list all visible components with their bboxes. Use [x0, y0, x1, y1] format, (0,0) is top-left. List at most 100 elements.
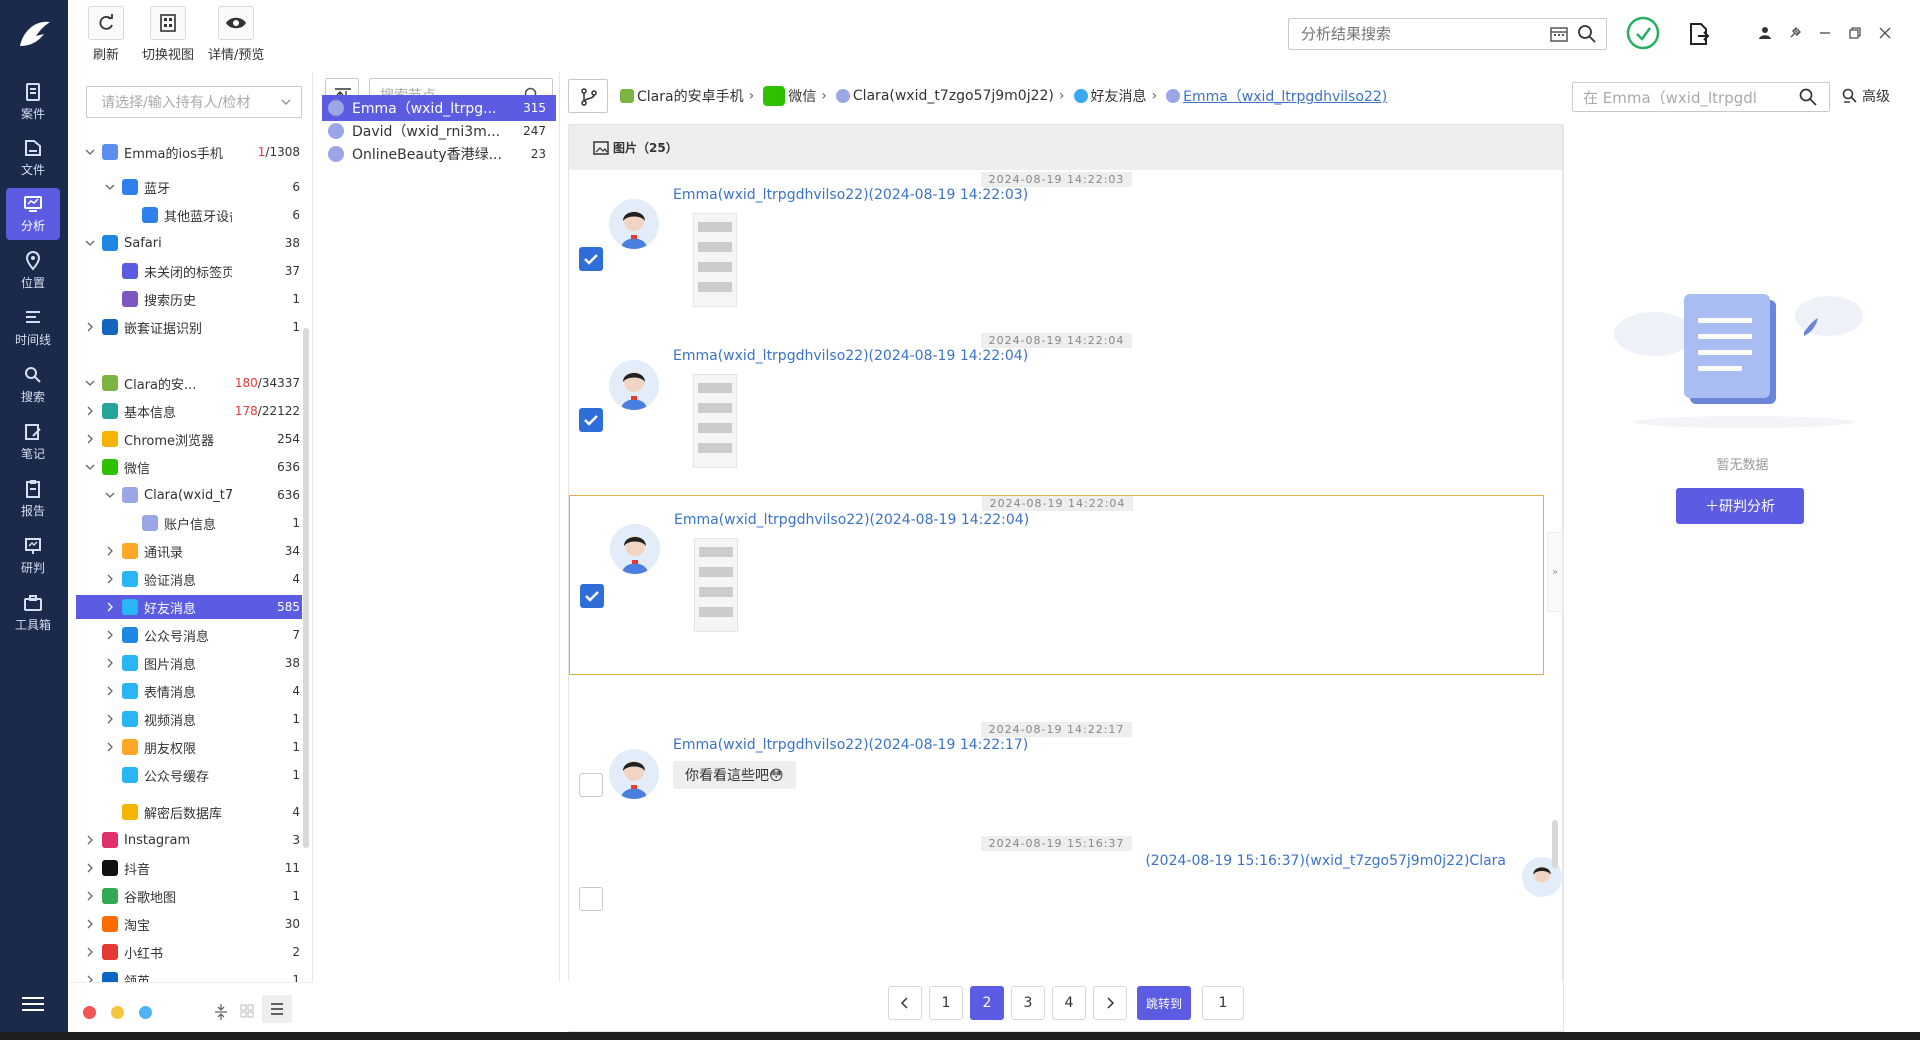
- nav-toolbox[interactable]: 工具箱: [6, 587, 60, 639]
- chevron-right-icon[interactable]: [84, 834, 96, 846]
- message-checkbox[interactable]: [579, 408, 603, 432]
- export-icon[interactable]: [1688, 22, 1710, 46]
- chevron-right-icon[interactable]: [104, 545, 116, 557]
- chevron-right-icon[interactable]: [84, 433, 96, 445]
- tree-node[interactable]: Clara的安... 180/34337: [76, 371, 302, 395]
- collapse-panel-button[interactable]: »: [1547, 532, 1563, 612]
- tree-node[interactable]: 表情消息 4: [76, 679, 302, 703]
- tree-node[interactable]: 基本信息 178/22122: [76, 399, 302, 423]
- avatar[interactable]: [609, 749, 659, 799]
- blue-dot-icon[interactable]: [139, 1006, 152, 1019]
- close-icon[interactable]: [1878, 26, 1892, 40]
- yellow-dot-icon[interactable]: [111, 1006, 124, 1019]
- nav-case[interactable]: 案件: [6, 76, 60, 128]
- analysis-search-input[interactable]: [1301, 25, 1541, 43]
- jump-page-input[interactable]: 1: [1202, 986, 1244, 1020]
- chevron-right-icon[interactable]: [84, 321, 96, 333]
- user-icon[interactable]: [1758, 26, 1772, 40]
- jump-to-button[interactable]: 跳转到: [1137, 986, 1191, 1020]
- filter-label[interactable]: 图片（25）: [613, 139, 678, 156]
- chevron-down-icon[interactable]: [84, 237, 96, 249]
- tree-node[interactable]: 账户信息 1: [76, 511, 302, 535]
- tree-node[interactable]: 嵌套证据识别 1: [76, 315, 302, 339]
- crumb-contact[interactable]: Emma（wxid_ltrpgdhvilso22): [1166, 86, 1387, 106]
- image-thumbnail[interactable]: [694, 538, 738, 632]
- message-checkbox[interactable]: [579, 887, 603, 911]
- tree-node[interactable]: 解密后数据库 4: [76, 800, 302, 824]
- chevron-right-icon[interactable]: [84, 918, 96, 930]
- tree-node[interactable]: 微信 636: [76, 455, 302, 479]
- tree-node[interactable]: 好友消息 585: [76, 595, 302, 619]
- tree-node[interactable]: 抖音 11: [76, 856, 302, 880]
- status-ok-icon[interactable]: [1626, 16, 1660, 50]
- next-page-button[interactable]: [1093, 986, 1127, 1020]
- tree-node[interactable]: 淘宝 30: [76, 912, 302, 936]
- message-checkbox[interactable]: [579, 247, 603, 271]
- search-icon[interactable]: [1799, 88, 1817, 106]
- chevron-down-icon[interactable]: [84, 461, 96, 473]
- tree-node[interactable]: Instagram 3: [76, 828, 302, 852]
- crumb-device[interactable]: Clara的安卓手机 ›: [620, 86, 759, 106]
- chevron-right-icon[interactable]: [104, 685, 116, 697]
- chevron-right-icon[interactable]: [84, 890, 96, 902]
- pin-icon[interactable]: [1788, 26, 1802, 40]
- tree-node[interactable]: 公众号消息 7: [76, 623, 302, 647]
- branch-button[interactable]: [568, 79, 608, 113]
- owner-select[interactable]: 请选择/输入持有人/检材: [86, 86, 302, 118]
- tree-scrollbar[interactable]: [303, 328, 309, 848]
- switch-view-button[interactable]: 切换视图: [142, 6, 194, 63]
- search-icon[interactable]: [1577, 24, 1597, 44]
- sender-label[interactable]: (2024-08-19 15:16:37)(wxid_t7zgo57j9m0j2…: [1145, 853, 1506, 869]
- tree-node[interactable]: 其他蓝牙设备 6: [76, 203, 302, 227]
- contact-item[interactable]: OnlineBeauty香港绿... 23: [322, 141, 556, 167]
- tree-node[interactable]: 未关闭的标签页 37: [76, 259, 302, 283]
- nav-timeline[interactable]: 时间线: [6, 302, 60, 354]
- chevron-right-icon[interactable]: [104, 601, 116, 613]
- prev-page-button[interactable]: [888, 986, 922, 1020]
- refresh-button[interactable]: 刷新: [88, 6, 124, 63]
- tree-node[interactable]: 视频消息 1: [76, 707, 302, 731]
- chat-search[interactable]: 在 Emma（wxid_ltrpgdl: [1572, 82, 1830, 112]
- chevron-right-icon[interactable]: [84, 862, 96, 874]
- sender-label[interactable]: Emma(wxid_ltrpgdhvilso22)(2024-08-19 14:…: [673, 348, 1028, 364]
- grid-view-icon[interactable]: [240, 1004, 254, 1018]
- sender-label[interactable]: Emma(wxid_ltrpgdhvilso22)(2024-08-19 14:…: [674, 512, 1029, 528]
- red-dot-icon[interactable]: [83, 1006, 96, 1019]
- image-thumbnail[interactable]: [693, 374, 737, 468]
- chevron-right-icon[interactable]: [104, 657, 116, 669]
- page-button[interactable]: 4: [1052, 986, 1086, 1020]
- nav-location[interactable]: 位置: [6, 245, 60, 297]
- collapse-all-icon[interactable]: [214, 1003, 228, 1021]
- chevron-right-icon[interactable]: [104, 573, 116, 585]
- chevron-right-icon[interactable]: [104, 629, 116, 641]
- tree-node[interactable]: 搜索历史 1: [76, 287, 302, 311]
- page-button[interactable]: 1: [929, 986, 963, 1020]
- nav-report[interactable]: 报告: [6, 473, 60, 525]
- list-view-button[interactable]: [262, 995, 292, 1023]
- calendar-icon[interactable]: [1549, 25, 1569, 43]
- message-item[interactable]: (2024-08-19 15:16:37)(wxid_t7zgo57j9m0j2…: [569, 853, 1562, 913]
- page-button[interactable]: 3: [1011, 986, 1045, 1020]
- tree-node[interactable]: 图片消息 38: [76, 651, 302, 675]
- tree-node[interactable]: 谷歌地图 1: [76, 884, 302, 908]
- chevron-right-icon[interactable]: [104, 741, 116, 753]
- message-list[interactable]: 图片（25） 2024-08-19 14:22:03 Emma(wxid_ltr…: [568, 124, 1563, 1032]
- nav-note[interactable]: 笔记: [6, 416, 60, 468]
- nav-analysis[interactable]: 分析: [6, 188, 60, 240]
- crumb-wechat[interactable]: 微信 ›: [763, 86, 832, 106]
- message-text[interactable]: 你看看這些吧😳: [673, 761, 796, 789]
- crumb-friend-messages[interactable]: 好友消息 ›: [1073, 86, 1163, 106]
- avatar[interactable]: [610, 524, 660, 574]
- chevron-down-icon[interactable]: [84, 377, 96, 389]
- chevron-down-icon[interactable]: [104, 489, 116, 501]
- crumb-account[interactable]: Clara(wxid_t7zgo57j9m0j22) ›: [835, 88, 1070, 104]
- tree-node[interactable]: Clara(wxid_t7... 636: [76, 483, 302, 507]
- detail-preview-button[interactable]: 详情/预览: [208, 6, 264, 63]
- sender-label[interactable]: Emma(wxid_ltrpgdhvilso22)(2024-08-19 14:…: [673, 187, 1028, 203]
- message-checkbox[interactable]: [579, 773, 603, 797]
- chevron-right-icon[interactable]: [84, 405, 96, 417]
- tree-node[interactable]: Emma的ios手机 1/1308: [76, 140, 302, 164]
- nav-file[interactable]: 文件: [6, 132, 60, 184]
- chat-scrollbar[interactable]: [1552, 820, 1558, 868]
- avatar[interactable]: [609, 199, 659, 249]
